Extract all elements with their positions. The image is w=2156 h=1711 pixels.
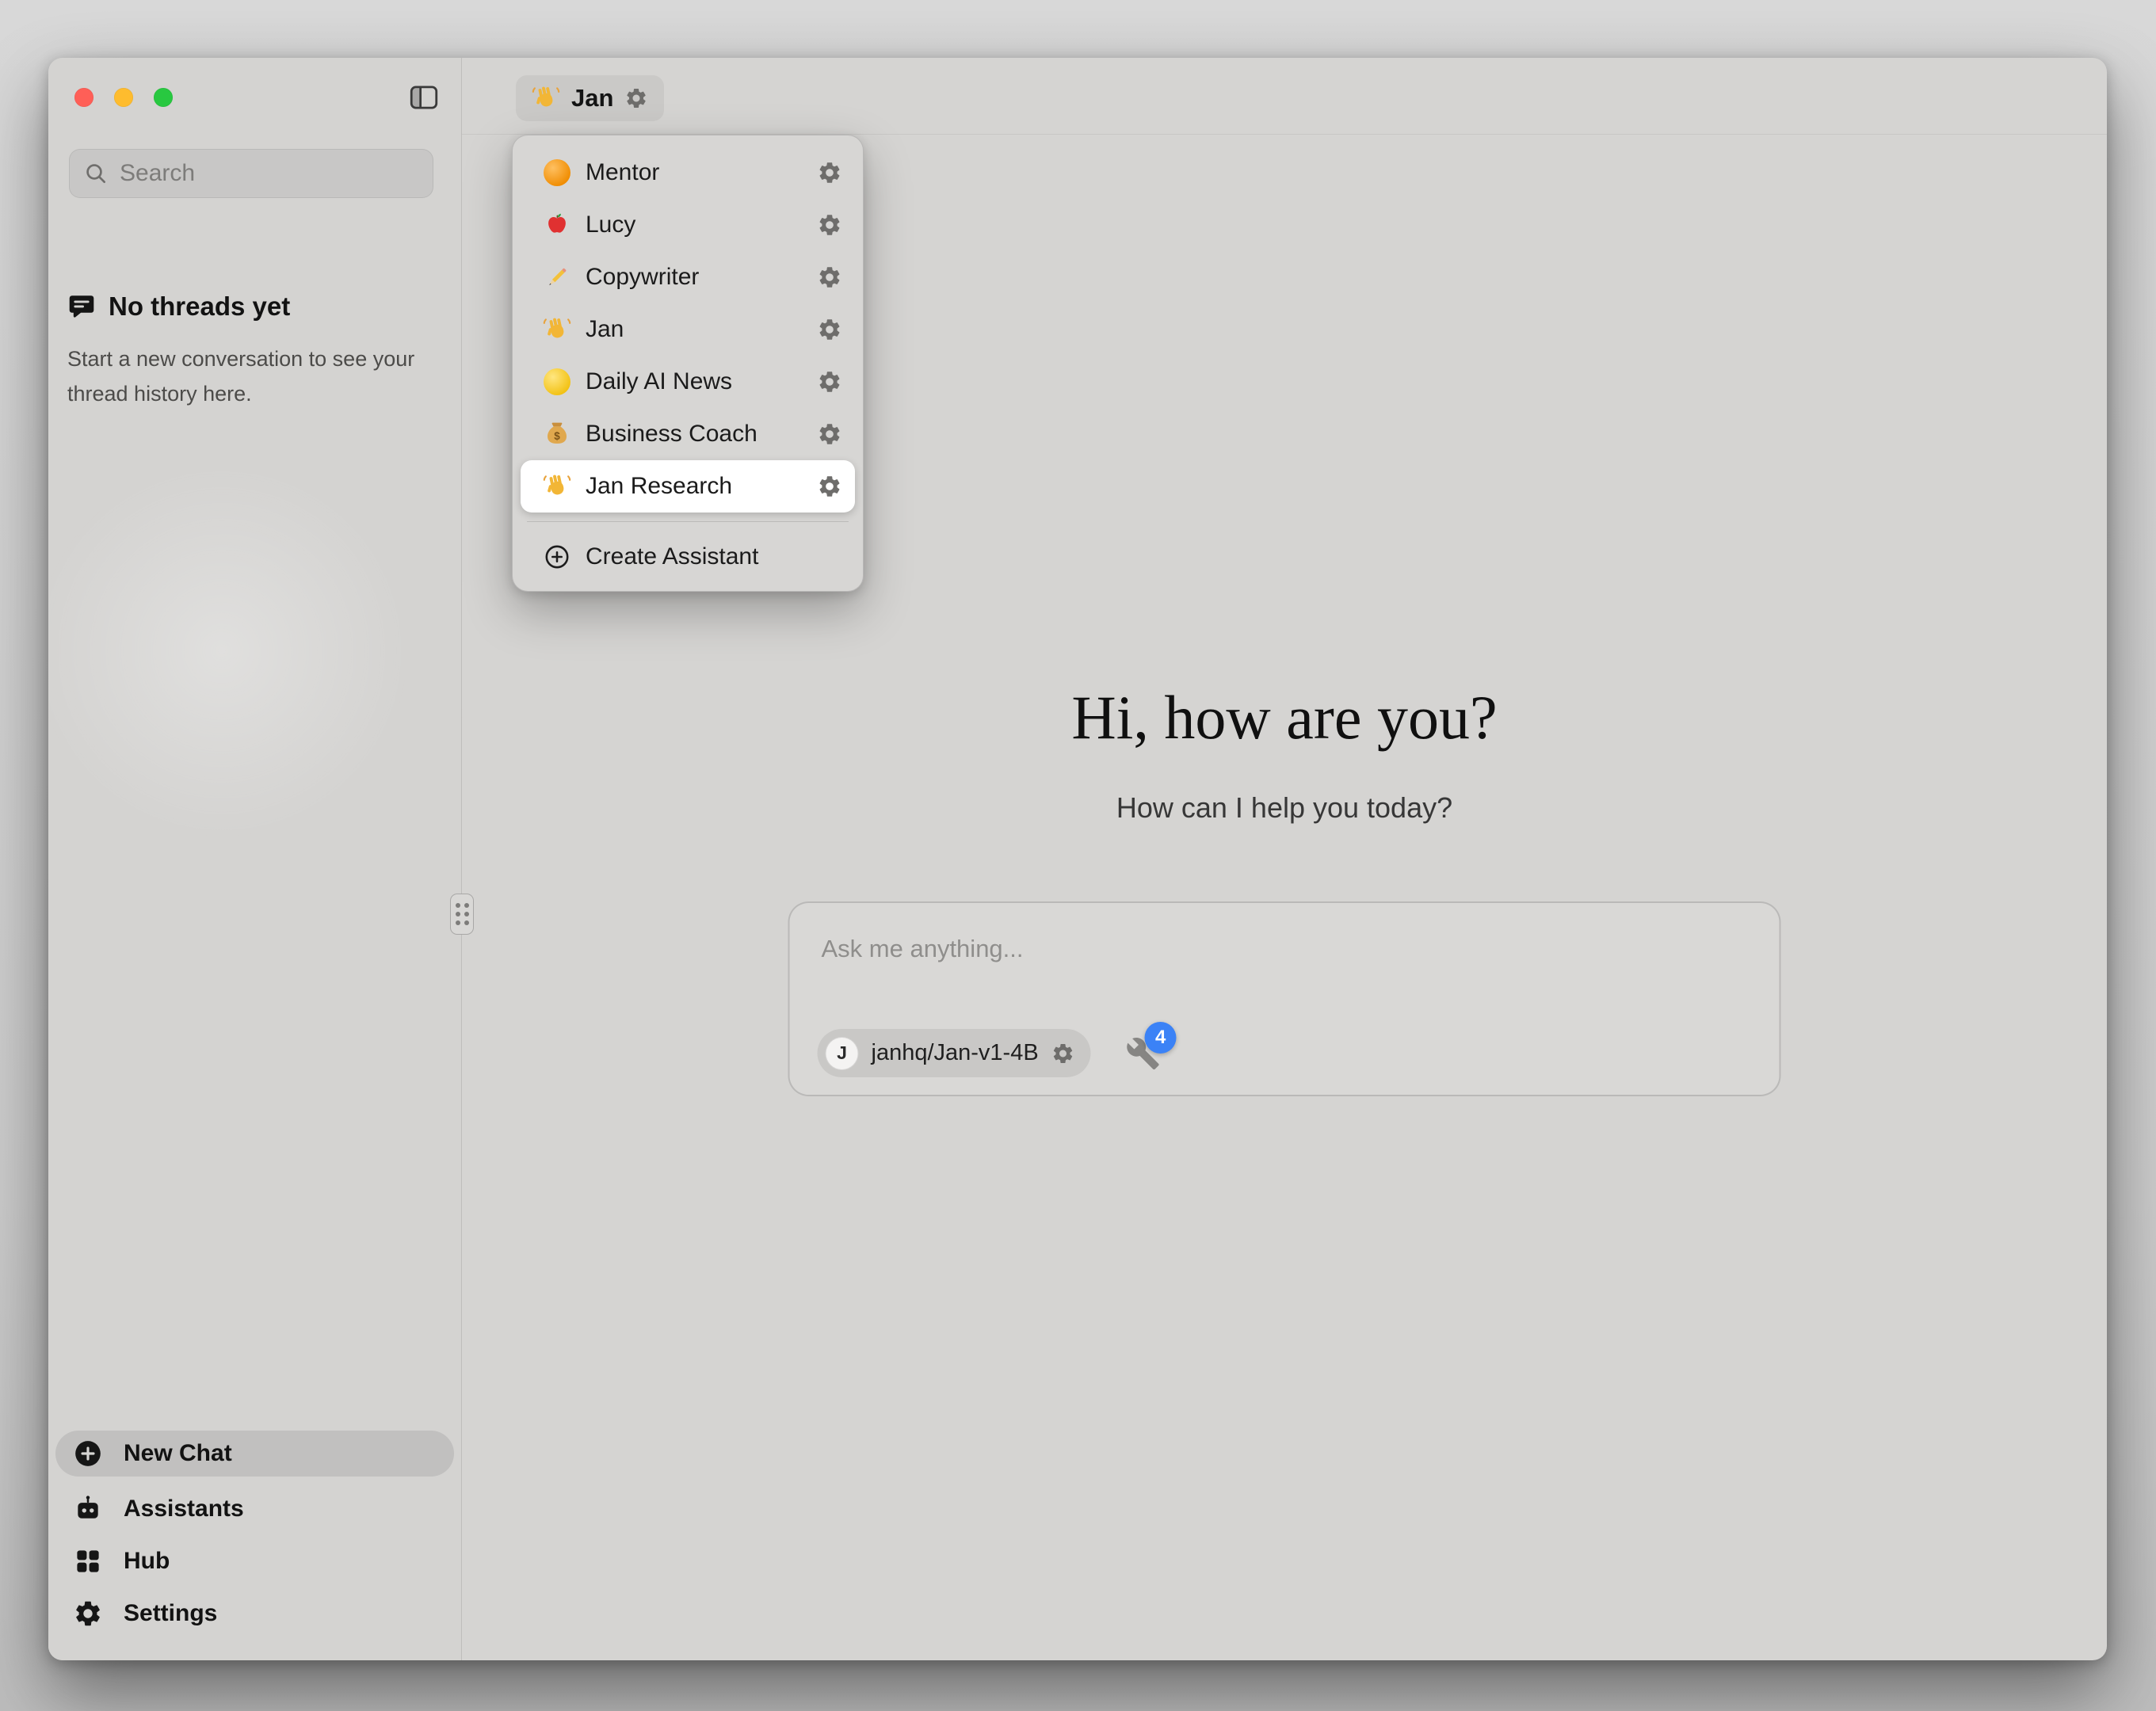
menu-item-label: Copywriter (586, 264, 699, 291)
menu-divider (527, 521, 849, 522)
titlebar (48, 58, 461, 137)
assistant-menu: Mentor Lucy (512, 135, 864, 592)
apple-icon (543, 211, 571, 239)
chat-bubble-icon (67, 292, 96, 321)
sidebar-item-settings[interactable]: Settings (55, 1587, 454, 1640)
model-selector[interactable]: J janhq/Jan-v1-4B (818, 1029, 1091, 1077)
assistant-selector[interactable]: Jan (516, 75, 664, 121)
greeting: Hi, how are you? How can I help you toda… (462, 680, 2107, 825)
pencil-icon (543, 263, 571, 292)
greeting-title: Hi, how are you? (462, 680, 2107, 755)
minimize-window-button[interactable] (114, 88, 133, 107)
waving-hand-icon (543, 315, 571, 344)
search-icon (83, 161, 109, 186)
sidebar-nav: New Chat Assistants (55, 1431, 454, 1640)
new-chat-label: New Chat (124, 1440, 232, 1467)
sidebar-item-hub[interactable]: Hub (55, 1535, 454, 1587)
menu-item-daily-ai-news[interactable]: Daily AI News (521, 356, 855, 408)
menu-item-label: Jan Research (586, 473, 732, 500)
waving-hand-icon (532, 84, 560, 112)
assistants-label: Assistants (124, 1496, 244, 1522)
create-assistant-label: Create Assistant (586, 543, 758, 570)
menu-item-business-coach[interactable]: $ Business Coach (521, 408, 855, 460)
new-chat-plus-icon (73, 1439, 103, 1469)
model-avatar: J (826, 1037, 859, 1070)
menu-item-label: Jan (586, 316, 624, 343)
chat-input[interactable] (822, 935, 1748, 1011)
menu-item-label: Daily AI News (586, 368, 732, 395)
composer[interactable]: J janhq/Jan-v1-4B 4 (788, 901, 1781, 1096)
main-header: Jan (462, 58, 2107, 135)
svg-text:$: $ (554, 430, 560, 442)
empty-state-title: No threads yet (109, 292, 290, 322)
sidebar-toggle-icon[interactable] (407, 81, 441, 114)
main-area: Jan Mentor Lucy (462, 58, 2107, 1660)
menu-item-label: Lucy (586, 211, 635, 238)
menu-item-mentor[interactable]: Mentor (521, 147, 855, 199)
greeting-subtitle: How can I help you today? (462, 791, 2107, 825)
assistants-robot-icon (73, 1494, 103, 1524)
orange-circle-icon (543, 158, 571, 187)
model-settings-gear-icon[interactable] (1051, 1042, 1075, 1065)
app-window: No threads yet Start a new conversation … (48, 58, 2107, 1660)
tools-count-badge: 4 (1145, 1022, 1177, 1054)
copywriter-settings-gear-icon[interactable] (817, 265, 842, 290)
jan-settings-gear-icon[interactable] (817, 317, 842, 342)
money-bag-icon: $ (543, 420, 571, 448)
empty-state: No threads yet Start a new conversation … (67, 292, 440, 411)
plus-circle-icon (543, 543, 571, 571)
sidebar-resize-handle[interactable] (450, 894, 474, 935)
create-assistant-button[interactable]: Create Assistant (521, 531, 855, 583)
menu-item-jan-research[interactable]: Jan Research (521, 460, 855, 513)
mentor-settings-gear-icon[interactable] (817, 160, 842, 185)
search-field[interactable] (69, 149, 433, 198)
empty-state-description: Start a new conversation to see your thr… (67, 342, 416, 411)
menu-item-lucy[interactable]: Lucy (521, 199, 855, 251)
current-assistant-name: Jan (571, 84, 613, 112)
jan-research-settings-gear-icon[interactable] (817, 474, 842, 499)
settings-label: Settings (124, 1600, 217, 1627)
zoom-window-button[interactable] (154, 88, 173, 107)
drag-dots-icon (456, 903, 469, 925)
sidebar: No threads yet Start a new conversation … (48, 58, 462, 1660)
tools-button[interactable]: 4 (1126, 1036, 1161, 1071)
sidebar-item-assistants[interactable]: Assistants (55, 1483, 454, 1535)
model-name: janhq/Jan-v1-4B (872, 1040, 1039, 1066)
traffic-lights (74, 88, 173, 107)
lucy-settings-gear-icon[interactable] (817, 212, 842, 238)
close-window-button[interactable] (74, 88, 93, 107)
business-coach-settings-gear-icon[interactable] (817, 421, 842, 447)
composer-toolbar: J janhq/Jan-v1-4B 4 (818, 1029, 1752, 1077)
hub-label: Hub (124, 1548, 170, 1575)
yellow-circle-icon (543, 368, 571, 396)
menu-item-label: Business Coach (586, 421, 757, 448)
settings-gear-icon (73, 1599, 103, 1629)
search-input[interactable] (120, 160, 425, 187)
hub-grid-icon (73, 1546, 103, 1576)
menu-item-copywriter[interactable]: Copywriter (521, 251, 855, 303)
menu-item-jan[interactable]: Jan (521, 303, 855, 356)
waving-hand-icon (543, 472, 571, 501)
assistant-settings-gear-icon[interactable] (624, 86, 648, 110)
new-chat-button[interactable]: New Chat (55, 1431, 454, 1477)
daily-ai-news-settings-gear-icon[interactable] (817, 369, 842, 394)
menu-item-label: Mentor (586, 159, 659, 186)
